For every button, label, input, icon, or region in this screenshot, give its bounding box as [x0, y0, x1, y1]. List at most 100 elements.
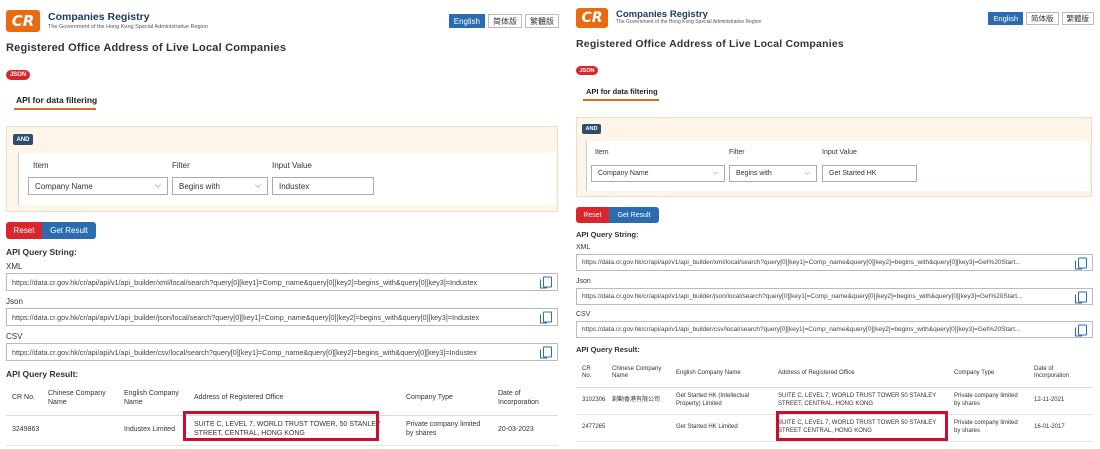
cell-company-type: Private company limited by shares	[948, 414, 1028, 442]
chevron-down-icon: ⌵	[804, 169, 810, 177]
copy-icon[interactable]	[1075, 324, 1087, 336]
cell-chinese-name: 創動香港有限公司	[606, 387, 670, 415]
col-chinese-name: Chinese Company Name	[42, 383, 118, 416]
csv-url-field[interactable]: https://data.cr.gov.hk/cr/api/api/v1/api…	[576, 321, 1093, 338]
xml-url: https://data.cr.gov.hk/cr/api/api/v1/api…	[12, 277, 478, 287]
xml-label: XML	[576, 244, 591, 251]
csv-label: CSV	[576, 311, 591, 318]
cell-address: SUITE C, LEVEL 7, WORLD TRUST TOWER 50 S…	[772, 387, 948, 415]
reset-button[interactable]: Reset	[6, 222, 42, 239]
cell-chinese-name	[42, 415, 118, 446]
input-value-field[interactable]: Get Started HK	[822, 165, 917, 182]
page-title: Registered Office Address of Live Local …	[6, 42, 287, 54]
chevron-down-icon: ⌵	[712, 169, 718, 177]
csv-url-field[interactable]: https://data.cr.gov.hk/cr/api/api/v1/api…	[6, 343, 558, 361]
tab-api-filtering[interactable]: API for data filtering	[16, 95, 97, 105]
left-screenshot-panel: CR Companies Registry The Government of …	[0, 0, 565, 449]
lang-simplified[interactable]: 简体版	[488, 14, 522, 28]
input-value-field[interactable]: Industex	[272, 177, 374, 195]
item-select[interactable]: Company Name ⌵	[591, 165, 725, 182]
cell-company-type: Private company limited by shares	[948, 387, 1028, 415]
tab-api-filtering[interactable]: API for data filtering	[586, 87, 658, 96]
query-result-heading: API Query Result:	[6, 369, 79, 379]
cell-date: 20-03-2023	[492, 415, 558, 446]
cr-logo[interactable]: CR	[6, 10, 40, 32]
json-badge: JSON	[6, 70, 30, 80]
copy-icon[interactable]	[1075, 291, 1087, 303]
col-cr-no: CR No.	[576, 360, 606, 388]
query-result-heading: API Query Result:	[576, 345, 640, 354]
reset-button[interactable]: Reset	[576, 207, 609, 223]
lang-traditional[interactable]: 繁體版	[525, 14, 559, 28]
table-header-row: CR No. Chinese Company Name English Comp…	[576, 360, 1093, 388]
page-title: Registered Office Address of Live Local …	[576, 38, 844, 50]
input-value-text: Get Started HK	[829, 170, 877, 177]
copy-icon[interactable]	[540, 276, 552, 289]
brand: Companies Registry The Government of the…	[616, 9, 762, 26]
input-value-label: Input Value	[272, 161, 312, 170]
json-url-field[interactable]: https://data.cr.gov.hk/cr/api/api/v1/api…	[576, 288, 1093, 305]
chevron-down-icon: ⌵	[254, 180, 261, 190]
json-url-field[interactable]: https://data.cr.gov.hk/cr/api/api/v1/api…	[6, 308, 558, 326]
language-switcher: English 简体版 繁體版	[448, 14, 559, 28]
filter-select-value: Begins with	[736, 170, 772, 177]
xml-label: XML	[6, 262, 23, 271]
col-cr-no: CR No.	[6, 383, 42, 416]
item-select-value: Company Name	[35, 181, 93, 191]
item-select[interactable]: Company Name ⌵	[28, 177, 168, 195]
brand-title: Companies Registry	[48, 11, 150, 24]
address-highlight-box	[183, 411, 379, 441]
filter-select[interactable]: Begins with ⌵	[172, 177, 268, 195]
right-screenshot-panel: CR Companies Registry The Government of …	[568, 0, 1100, 449]
item-select-value: Company Name	[598, 170, 649, 177]
copy-icon[interactable]	[540, 311, 552, 324]
cell-cr-no: 3102306	[576, 387, 606, 415]
col-chinese-name: Chinese Company Name	[606, 360, 670, 388]
language-switcher: English 简体版 繁體版	[988, 11, 1094, 25]
col-english-name: English Company Name	[118, 383, 188, 416]
query-string-heading: API Query String:	[6, 247, 77, 257]
table-row[interactable]: 3102306 創動香港有限公司 Get Started HK (Intelle…	[576, 387, 1093, 415]
tab-underline	[583, 99, 659, 101]
cr-logo[interactable]: CR	[576, 8, 608, 28]
filter-label: Filter	[172, 161, 190, 170]
brand-subtitle: The Government of the Hong Kong Special …	[616, 19, 762, 26]
lang-english[interactable]: English	[448, 14, 485, 28]
lang-simplified[interactable]: 简体版	[1026, 11, 1059, 25]
filter-label: Filter	[729, 149, 745, 156]
cell-english-name: Get Started HK (Intellectual Property) L…	[670, 387, 772, 415]
json-badge: JSON	[576, 66, 598, 75]
get-result-button[interactable]: Get Result	[42, 222, 96, 239]
item-label: Item	[595, 149, 609, 156]
xml-url-field[interactable]: https://data.cr.gov.hk/cr/api/api/v1/api…	[576, 254, 1093, 271]
json-url: https://data.cr.gov.hk/cr/api/api/v1/api…	[12, 312, 480, 322]
csv-url: https://data.cr.gov.hk/cr/api/api/v1/api…	[12, 347, 477, 357]
lang-english[interactable]: English	[988, 11, 1023, 25]
cell-chinese-name	[606, 414, 670, 442]
json-label: Json	[6, 297, 23, 306]
input-value-text: Industex	[279, 181, 310, 191]
filter-select[interactable]: Begins with ⌵	[729, 165, 817, 182]
cell-english-name: Get Started HK Limited	[670, 414, 772, 442]
json-label: Json	[576, 278, 591, 285]
col-english-name: English Company Name	[670, 360, 772, 388]
lang-traditional[interactable]: 繁體版	[1061, 11, 1094, 25]
copy-icon[interactable]	[1075, 257, 1087, 269]
and-badge[interactable]: AND	[582, 124, 601, 134]
get-result-button[interactable]: Get Result	[609, 207, 659, 223]
json-url: https://data.cr.gov.hk/cr/api/api/v1/api…	[582, 293, 1023, 300]
filter-select-value: Begins with	[179, 181, 220, 191]
brand: Companies Registry The Government of the…	[48, 12, 208, 30]
col-company-type: Company Type	[400, 383, 492, 416]
brand-subtitle: The Government of the Hong Kong Special …	[48, 23, 208, 30]
cell-cr-no: 3249863	[6, 415, 42, 446]
tab-underline	[14, 108, 96, 110]
xml-url: https://data.cr.gov.hk/cr/api/api/v1/api…	[582, 259, 1021, 266]
address-highlight-box	[776, 411, 948, 441]
and-badge[interactable]: AND	[13, 134, 33, 145]
copy-icon[interactable]	[540, 346, 552, 359]
cell-date: 12-11-2021	[1028, 387, 1093, 415]
cell-english-name: Industex Limited	[118, 415, 188, 446]
filter-box: AND Item Filter Input Value Company Name…	[576, 117, 1092, 197]
xml-url-field[interactable]: https://data.cr.gov.hk/cr/api/api/v1/api…	[6, 273, 558, 291]
